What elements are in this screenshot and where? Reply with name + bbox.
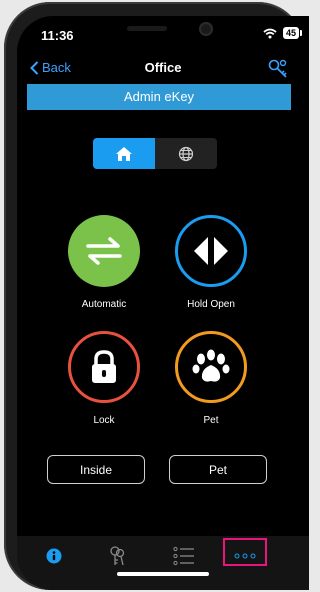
mode-automatic-label: Automatic [81, 299, 127, 310]
hold-open-icon [194, 237, 228, 265]
speaker [127, 26, 167, 31]
mode-lock-circle [68, 331, 140, 403]
location-segmented-control [93, 138, 217, 169]
mode-pet[interactable]: Pet [161, 331, 261, 426]
segment-home[interactable] [93, 138, 155, 169]
more-icon [234, 553, 256, 559]
key-gear-icon [268, 59, 287, 78]
tab-bar [17, 536, 309, 590]
ekey-banner: Admin eKey [27, 84, 291, 110]
notch [89, 16, 229, 44]
mode-hold-open[interactable]: Hold Open [161, 215, 261, 310]
wifi-icon [263, 28, 277, 38]
mode-automatic-circle [68, 215, 140, 287]
tab-info[interactable] [39, 544, 69, 568]
mode-hold-open-circle [175, 215, 247, 287]
navigation-bar: Back Office [17, 52, 309, 82]
status-time: 11:36 [41, 28, 74, 43]
list-icon [173, 546, 194, 566]
page-title: Office [144, 60, 182, 75]
home-icon [116, 146, 132, 161]
lock-icon [92, 350, 116, 383]
tab-list[interactable] [169, 544, 199, 568]
ekey-settings-button[interactable] [267, 57, 289, 79]
mode-lock-label: Lock [93, 415, 115, 426]
pet-button[interactable]: Pet [169, 455, 267, 484]
camera [199, 22, 213, 36]
tab-keys[interactable] [102, 544, 132, 568]
inside-button[interactable]: Inside [47, 455, 145, 484]
mode-automatic[interactable]: Automatic [54, 215, 154, 310]
tab-more[interactable] [230, 544, 260, 568]
segment-globe[interactable] [155, 138, 217, 169]
battery-indicator: 45 [282, 27, 303, 39]
status-bar: 11:36 45 [17, 16, 309, 52]
home-indicator [117, 572, 209, 576]
mode-pet-label: Pet [203, 415, 219, 426]
status-icons: 45 [263, 27, 303, 39]
mode-lock[interactable]: Lock [54, 331, 154, 426]
swap-arrows-icon [86, 237, 122, 265]
paw-icon [192, 349, 230, 382]
globe-icon [178, 146, 194, 161]
info-icon [46, 548, 62, 564]
mode-hold-open-label: Hold Open [187, 299, 235, 310]
keys-icon [110, 546, 125, 566]
mode-pet-circle [175, 331, 247, 403]
phone-frame: 11:36 45 Back Office Admin eKey Automati… [4, 2, 309, 590]
app-screen: 11:36 45 Back Office Admin eKey Automati… [17, 16, 309, 590]
